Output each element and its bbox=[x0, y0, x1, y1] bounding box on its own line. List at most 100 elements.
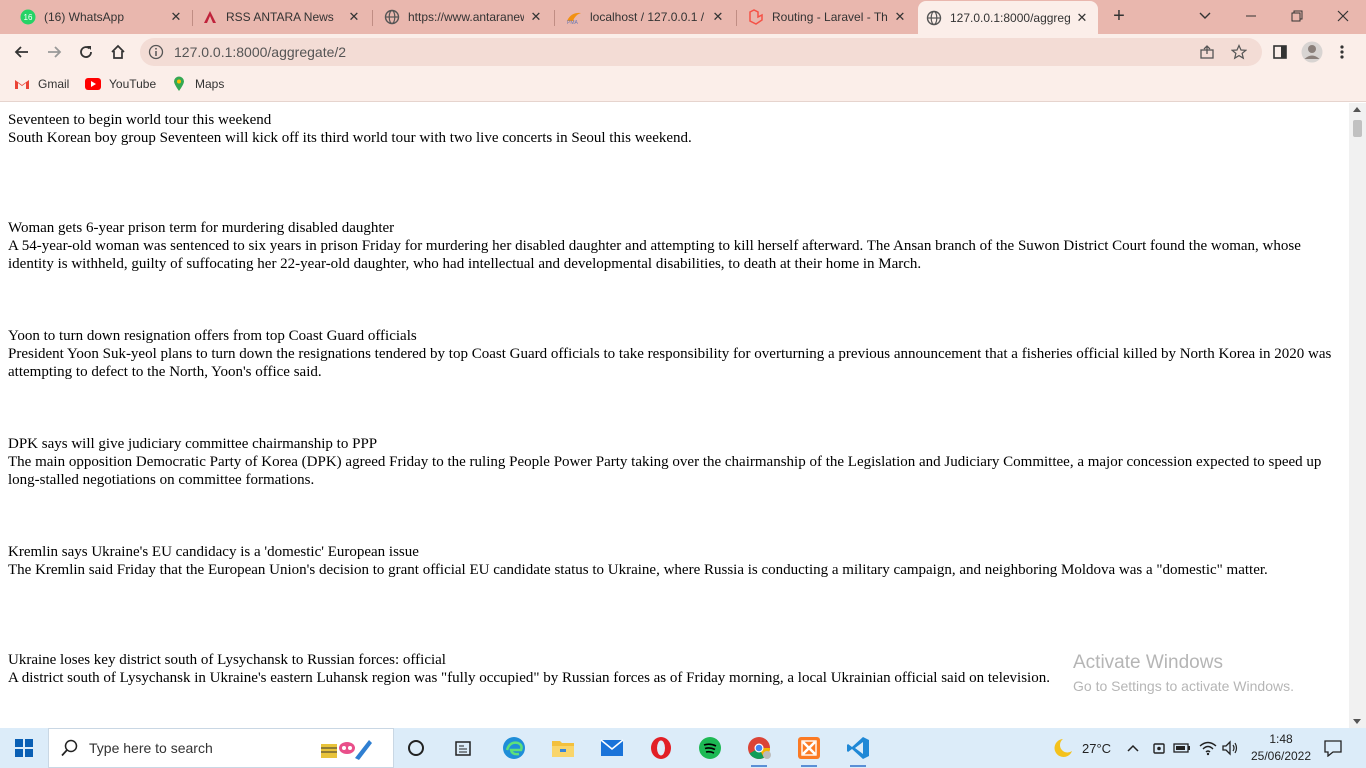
article-item: Woman gets 6-year prison term for murder… bbox=[8, 219, 1341, 327]
article-description: A 54-year-old woman was sentenced to six… bbox=[8, 238, 1301, 272]
task-view-button[interactable] bbox=[396, 732, 436, 764]
article-description: South Korean boy group Seventeen will ki… bbox=[8, 130, 692, 146]
taskbar-search-input[interactable]: Type here to search bbox=[48, 728, 394, 768]
battery-button[interactable] bbox=[1173, 728, 1191, 768]
taskbar-clock[interactable]: 1:48 25/06/2022 bbox=[1248, 731, 1314, 765]
close-icon[interactable]: ✕ bbox=[1074, 10, 1090, 26]
task-view-icon bbox=[408, 740, 424, 756]
tab-search-chevron-icon[interactable] bbox=[1191, 4, 1219, 28]
reload-button[interactable] bbox=[74, 40, 98, 64]
network-button[interactable] bbox=[1199, 728, 1217, 768]
edge-taskbar-button[interactable] bbox=[494, 732, 534, 764]
more-vertical-icon bbox=[1340, 45, 1344, 59]
article-title: Yoon to turn down resignation offers fro… bbox=[8, 328, 417, 344]
article-title: DPK says will give judiciary committee c… bbox=[8, 436, 378, 452]
wifi-icon bbox=[1199, 741, 1217, 756]
restore-button[interactable] bbox=[1283, 4, 1311, 28]
file-explorer-button[interactable] bbox=[543, 732, 583, 764]
file-explorer-icon bbox=[552, 741, 574, 757]
mail-button[interactable] bbox=[592, 732, 632, 764]
profile-avatar[interactable] bbox=[1300, 40, 1324, 64]
opera-button[interactable] bbox=[641, 732, 681, 764]
forward-button[interactable] bbox=[42, 40, 66, 64]
new-tab-button[interactable]: + bbox=[1108, 6, 1130, 28]
tab-rss-antara[interactable]: RSS ANTARA News ✕ bbox=[194, 3, 370, 31]
close-icon[interactable]: ✕ bbox=[528, 9, 544, 25]
home-button[interactable] bbox=[106, 40, 130, 64]
scrollbar-thumb[interactable] bbox=[1353, 120, 1362, 137]
tab-divider bbox=[554, 10, 555, 26]
article-item: Kremlin says Ukraine's EU candidacy is a… bbox=[8, 543, 1341, 651]
url-text[interactable]: 127.0.0.1:8000/aggregate/2 bbox=[174, 44, 346, 60]
scroll-up-arrow-icon[interactable] bbox=[1353, 107, 1361, 112]
home-icon bbox=[111, 44, 125, 59]
tab-title: https://www.antaranews.com bbox=[408, 10, 524, 24]
back-button[interactable] bbox=[10, 40, 34, 64]
clock-time: 1:48 bbox=[1269, 732, 1293, 746]
tab-title: Routing - Laravel - The bbox=[772, 10, 888, 24]
volume-button[interactable] bbox=[1221, 728, 1239, 768]
search-highlight-icon bbox=[321, 740, 372, 760]
windows-logo-icon bbox=[15, 739, 33, 757]
notifications-button[interactable] bbox=[1324, 728, 1342, 768]
close-window-button[interactable] bbox=[1329, 4, 1357, 28]
chrome-icon bbox=[748, 737, 771, 759]
tab-aggregate[interactable]: 127.0.0.1:8000/aggregate ✕ bbox=[918, 1, 1098, 34]
maps-icon bbox=[171, 76, 187, 91]
address-bar[interactable]: 127.0.0.1:8000/aggregate/2 bbox=[140, 38, 1262, 66]
forward-arrow-icon bbox=[48, 46, 62, 58]
scroll-down-arrow-icon[interactable] bbox=[1353, 719, 1361, 724]
bookmark-star-icon[interactable] bbox=[1230, 43, 1248, 61]
tab-whatsapp[interactable]: 16 (16) WhatsApp ✕ bbox=[12, 3, 192, 31]
activate-windows-watermark: Activate Windows Go to Settings to activ… bbox=[1073, 652, 1294, 696]
chrome-taskbar-button[interactable] bbox=[739, 732, 779, 767]
back-arrow-icon bbox=[14, 46, 28, 58]
globe-icon bbox=[384, 9, 400, 25]
article-title: Kremlin says Ukraine's EU candidacy is a… bbox=[8, 544, 419, 560]
tab-antaranews[interactable]: https://www.antaranews.com ✕ bbox=[376, 3, 552, 31]
menu-button[interactable] bbox=[1330, 40, 1354, 64]
tab-laravel-routing[interactable]: Routing - Laravel - The ✕ bbox=[740, 3, 916, 31]
tab-phpmyadmin[interactable]: PMA localhost / 127.0.0.1 / ✕ bbox=[558, 3, 734, 31]
site-info-icon[interactable] bbox=[148, 44, 164, 60]
close-icon[interactable]: ✕ bbox=[710, 9, 726, 25]
reload-icon bbox=[80, 46, 92, 58]
side-panel-button[interactable] bbox=[1268, 40, 1292, 64]
vertical-scrollbar[interactable] bbox=[1349, 103, 1366, 728]
share-icon[interactable] bbox=[1198, 43, 1216, 61]
close-icon[interactable]: ✕ bbox=[892, 9, 908, 25]
article-list: Seventeen to begin world tour this weeke… bbox=[0, 103, 1349, 728]
article-description: The main opposition Democratic Party of … bbox=[8, 454, 1322, 488]
close-icon[interactable]: ✕ bbox=[168, 9, 184, 25]
chevron-up-icon bbox=[1127, 744, 1139, 752]
article-description: The Kremlin said Friday that the Europea… bbox=[8, 562, 1268, 578]
minimize-button[interactable] bbox=[1237, 4, 1265, 28]
tab-title: (16) WhatsApp bbox=[44, 10, 125, 24]
article-title: Woman gets 6-year prison term for murder… bbox=[8, 220, 395, 236]
spotify-button[interactable] bbox=[690, 732, 730, 764]
show-hidden-icons-button[interactable] bbox=[1126, 728, 1140, 768]
article-title: Seventeen to begin world tour this weeke… bbox=[8, 112, 272, 128]
vscode-taskbar-button[interactable] bbox=[838, 732, 878, 767]
bookmark-youtube[interactable]: YouTube bbox=[85, 77, 156, 91]
xampp-taskbar-button[interactable] bbox=[789, 732, 829, 767]
bookmark-gmail[interactable]: Gmail bbox=[14, 77, 69, 91]
bookmark-maps[interactable]: Maps bbox=[171, 76, 224, 91]
watermark-title: Activate Windows bbox=[1073, 652, 1223, 673]
close-icon[interactable]: ✕ bbox=[346, 9, 362, 25]
svg-text:PMA: PMA bbox=[567, 20, 579, 25]
vscode-icon bbox=[847, 737, 869, 759]
start-button[interactable] bbox=[0, 728, 48, 768]
watermark-subtitle: Go to Settings to activate Windows. bbox=[1073, 678, 1294, 694]
bookmarks-bar: Gmail YouTube Maps bbox=[0, 70, 1366, 102]
search-icon bbox=[61, 739, 78, 757]
laravel-icon bbox=[748, 9, 764, 25]
weather-widget[interactable]: 27°C bbox=[1050, 728, 1111, 768]
widgets-button[interactable] bbox=[443, 732, 483, 764]
youtube-icon bbox=[85, 77, 101, 91]
weather-temperature: 27°C bbox=[1082, 740, 1112, 756]
moon-weather-icon bbox=[1054, 739, 1072, 757]
notification-icon bbox=[1324, 740, 1342, 757]
opera-icon bbox=[651, 737, 671, 759]
tray-device-icon[interactable] bbox=[1151, 728, 1167, 768]
